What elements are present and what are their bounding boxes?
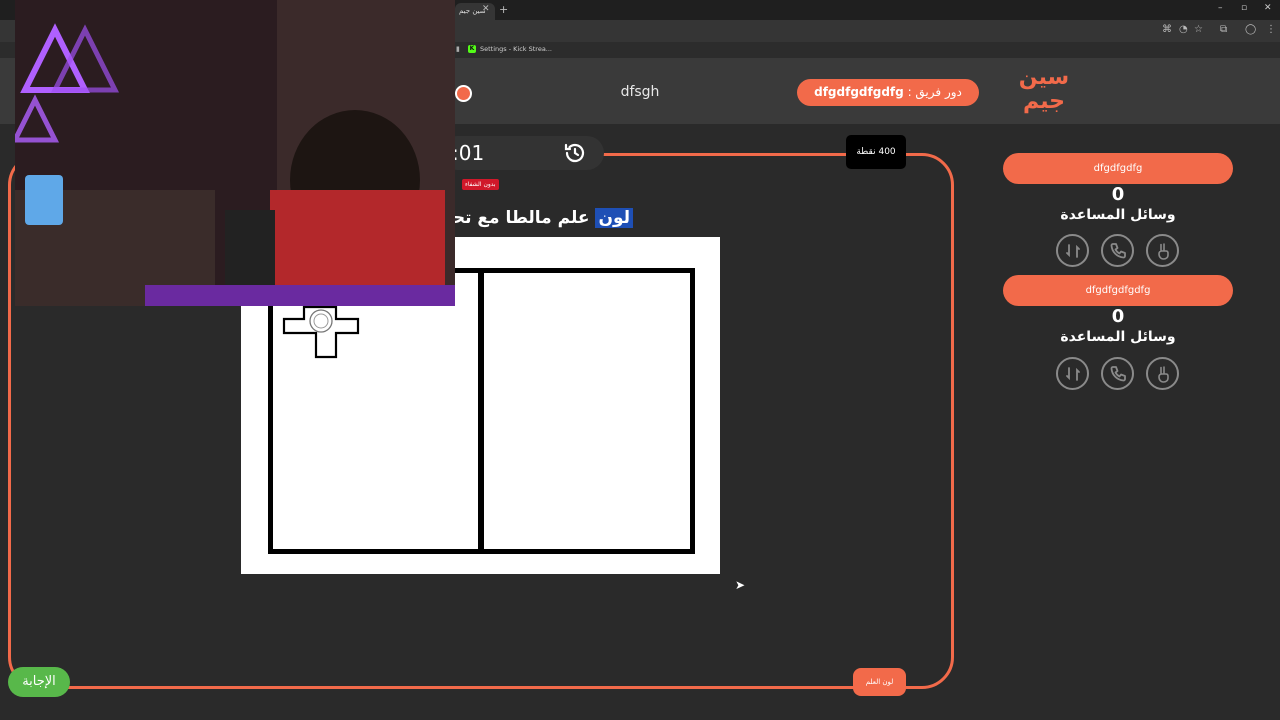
helpers-label: وسائل المساعدة	[1060, 329, 1176, 345]
translate-icon[interactable]: ⌘	[1162, 24, 1172, 35]
george-cross-emblem	[282, 305, 360, 359]
bookmark-folder-icon[interactable]: ▮	[456, 45, 460, 53]
no-hint-badge: بدون الشفاء	[462, 179, 499, 190]
bookmark-star-icon[interactable]: ☆	[1194, 24, 1203, 35]
mouse-cursor-icon: ➤	[735, 578, 746, 592]
profile-icon[interactable]: ◯	[1245, 24, 1256, 35]
answer-button[interactable]: الإجابة	[8, 667, 70, 697]
team-score: 0	[1111, 306, 1125, 327]
helpers-label: وسائل المساعدة	[1060, 207, 1176, 223]
swap-icon[interactable]	[1056, 357, 1089, 390]
webcam-overlay	[15, 0, 455, 306]
incognito-icon[interactable]: ◔	[1179, 24, 1188, 35]
maximize-icon[interactable]: ▫	[1241, 3, 1247, 13]
flag-divider	[478, 268, 484, 554]
app-logo: سين جيم	[1018, 65, 1070, 114]
phone-icon[interactable]	[1101, 234, 1134, 267]
team-name-pill: dfgdfgdfgdfg	[1003, 275, 1233, 306]
close-window-icon[interactable]: ✕	[1264, 3, 1272, 13]
question-title: dfsgh	[620, 84, 660, 100]
swap-icon[interactable]	[1056, 234, 1089, 267]
peace-hand-icon[interactable]	[1146, 357, 1179, 390]
question-text: لون علم مالطا مع تحد	[455, 204, 633, 232]
header-action-button[interactable]	[455, 85, 472, 102]
webcam-scene	[15, 0, 455, 306]
turn-team-name: dfgdfgdfgdfg	[814, 85, 904, 99]
peace-hand-icon[interactable]	[1146, 234, 1179, 267]
kick-icon: K	[468, 45, 476, 53]
team-turn-indicator: دور فريق : dfgdfgdfgdfg	[797, 79, 979, 106]
minimize-icon[interactable]: –	[1218, 3, 1223, 13]
new-tab-button[interactable]: +	[499, 3, 508, 16]
points-badge: 400 نقطة	[846, 135, 906, 169]
phone-icon[interactable]	[1101, 357, 1134, 390]
tab-close-icon[interactable]: ✕	[482, 4, 490, 14]
timer-display: :01	[452, 141, 485, 165]
team-score: 0	[1111, 184, 1125, 205]
reset-timer-icon[interactable]	[563, 141, 587, 165]
bookmark-item[interactable]: Settings - Kick Strea...	[480, 45, 552, 53]
turn-label: دور فريق :	[907, 85, 962, 99]
menu-icon[interactable]: ⋮	[1266, 24, 1276, 35]
question-rest: علم مالطا مع تحد	[455, 208, 590, 228]
question-highlight: لون	[595, 208, 633, 228]
color-flag-button[interactable]: لون العلم	[853, 668, 906, 696]
team-name-pill: dfgdfgdfg	[1003, 153, 1233, 184]
extensions-icon[interactable]: ⧉	[1220, 24, 1227, 35]
